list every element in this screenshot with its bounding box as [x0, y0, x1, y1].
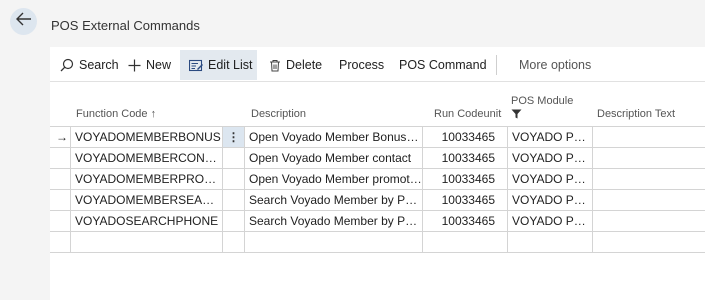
pos-command-menu[interactable]: POS Command — [399, 50, 487, 80]
description-text-cell[interactable] — [592, 169, 705, 189]
description-cell[interactable]: Search Voyado Member by Pho... — [244, 190, 422, 210]
column-header-function-code[interactable]: Function Code ↑ — [76, 108, 156, 120]
search-label: Search — [79, 58, 119, 72]
run-codeunit-cell[interactable] — [422, 232, 507, 252]
row-marker-icon: → — [56, 130, 68, 144]
delete-label: Delete — [286, 58, 323, 72]
table-row[interactable]: VOYADOSEARCHPHONE Search Voyado Member by… — [50, 211, 705, 232]
pos-module-header-label: POS Module — [511, 95, 574, 107]
table-row[interactable]: VOYADOMEMBERSEARCH Search Voyado Member b… — [50, 190, 705, 211]
pos-module-cell[interactable]: VOYADO POS ... — [507, 169, 592, 189]
search-button[interactable]: Search — [60, 50, 119, 80]
function-code-cell[interactable]: VOYADOMEMBERPROMOS — [70, 169, 222, 189]
column-header-run-codeunit[interactable]: Run Codeunit — [434, 108, 501, 120]
description-text-cell[interactable] — [592, 190, 705, 210]
table-row[interactable]: VOYADOMEMBERCONTACT Open Voyado Member co… — [50, 148, 705, 169]
search-icon — [60, 58, 74, 72]
page: POS External Commands Search New Edit Li… — [0, 0, 705, 300]
run-codeunit-cell[interactable]: 10033465 — [422, 211, 507, 231]
more-options-button[interactable]: More options — [519, 50, 591, 80]
description-text-cell[interactable] — [592, 211, 705, 231]
row-menu-icon[interactable] — [222, 232, 244, 252]
trash-icon — [269, 59, 281, 72]
description-cell[interactable] — [244, 232, 422, 252]
list-panel: Search New Edit List Delete Process POS … — [50, 47, 705, 300]
table-row[interactable]: → VOYADOMEMBERBONUS ⋮ Open Voyado Member Bo… — [50, 127, 705, 148]
row-marker-icon — [50, 232, 70, 252]
row-menu-icon[interactable] — [222, 169, 244, 189]
description-cell[interactable]: Open Voyado Member promoti... — [244, 169, 422, 189]
run-codeunit-cell[interactable]: 10033465 — [422, 148, 507, 168]
description-cell[interactable]: Open Voyado Member contact — [244, 148, 422, 168]
row-menu-icon[interactable] — [222, 148, 244, 168]
row-marker-icon — [50, 169, 70, 189]
new-label: New — [146, 58, 172, 72]
process-menu[interactable]: Process — [339, 50, 384, 80]
function-code-header-label: Function Code — [76, 108, 148, 120]
edit-list-button[interactable]: Edit List — [180, 50, 257, 80]
pos-module-cell[interactable]: VOYADO POS ... — [507, 127, 592, 147]
run-codeunit-cell[interactable]: 10033465 — [422, 127, 507, 147]
column-header-description-text[interactable]: Description Text — [597, 108, 675, 120]
pos-module-cell[interactable] — [507, 232, 592, 252]
edit-list-label: Edit List — [208, 58, 253, 72]
description-cell[interactable]: Open Voyado Member BonusCh... — [244, 127, 422, 147]
table-row[interactable] — [50, 232, 705, 253]
row-marker-icon — [50, 190, 70, 210]
pos-module-cell[interactable]: VOYADO POS ... — [507, 190, 592, 210]
table-body: → VOYADOMEMBERBONUS ⋮ Open Voyado Member Bo… — [50, 126, 705, 253]
description-text-cell[interactable] — [592, 148, 705, 168]
edit-list-icon — [189, 59, 203, 72]
pos-module-cell[interactable]: VOYADO POS ... — [507, 148, 592, 168]
arrow-left-icon — [15, 12, 32, 31]
row-marker-icon — [50, 211, 70, 231]
function-code-cell[interactable]: VOYADOMEMBERSEARCH — [70, 190, 222, 210]
function-code-cell[interactable]: VOYADOMEMBERCONTACT — [70, 148, 222, 168]
column-header-description[interactable]: Description — [251, 108, 306, 120]
function-code-cell[interactable] — [70, 232, 222, 252]
function-code-cell[interactable]: VOYADOMEMBERBONUS — [70, 127, 222, 147]
toolbar-divider — [496, 55, 497, 75]
description-text-cell[interactable] — [592, 127, 705, 147]
table-row[interactable]: VOYADOMEMBERPROMOS Open Voyado Member pro… — [50, 169, 705, 190]
description-text-cell[interactable] — [592, 232, 705, 252]
pos-module-cell[interactable]: VOYADO POS ... — [507, 211, 592, 231]
function-code-cell[interactable]: VOYADOSEARCHPHONE — [70, 211, 222, 231]
column-header-pos-module[interactable]: POS Module — [511, 95, 573, 122]
sort-ascending-icon: ↑ — [150, 108, 157, 120]
page-title: POS External Commands — [51, 18, 200, 33]
row-marker-icon — [50, 148, 70, 168]
filter-icon — [511, 109, 573, 122]
run-codeunit-cell[interactable]: 10033465 — [422, 190, 507, 210]
delete-button[interactable]: Delete — [269, 50, 322, 80]
run-codeunit-cell[interactable]: 10033465 — [422, 169, 507, 189]
plus-icon — [128, 59, 141, 72]
row-menu-icon[interactable]: ⋮ — [222, 127, 244, 147]
action-bar: Search New Edit List Delete Process POS … — [50, 48, 705, 82]
description-cell[interactable]: Search Voyado Member by Pho... — [244, 211, 422, 231]
row-menu-icon[interactable] — [222, 190, 244, 210]
new-button[interactable]: New — [128, 50, 171, 80]
back-button[interactable] — [10, 8, 37, 35]
row-menu-icon[interactable] — [222, 211, 244, 231]
